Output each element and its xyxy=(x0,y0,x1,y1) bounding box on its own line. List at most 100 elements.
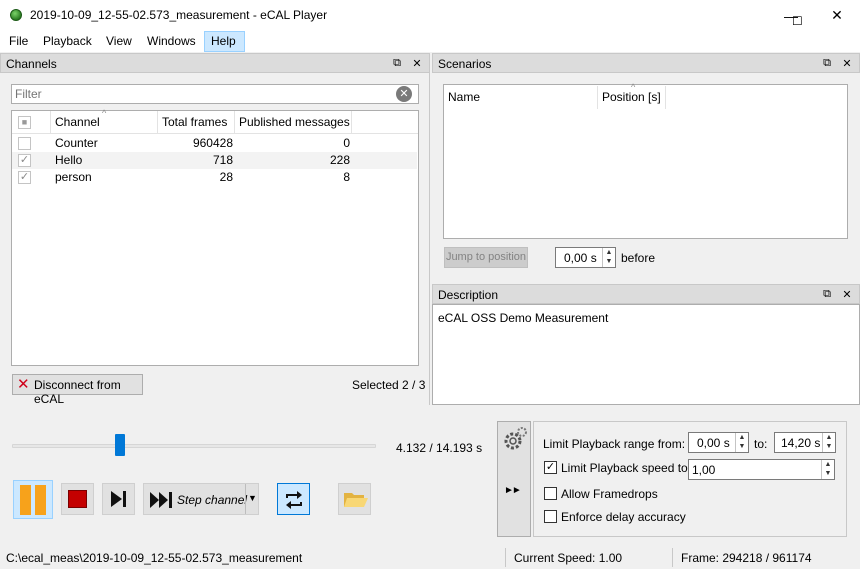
position-spinbox[interactable]: 0,00 s ▲ ▼ xyxy=(555,247,616,268)
close-icon[interactable]: ✕ xyxy=(840,56,854,70)
disconnect-icon: ✕ xyxy=(17,376,30,393)
clear-filter-icon[interactable]: ✕ xyxy=(396,86,412,102)
repeat-button[interactable] xyxy=(277,483,310,515)
scenarios-header: Scenarios ⧉ ✕ xyxy=(432,53,860,73)
status-divider xyxy=(672,548,673,567)
channel-total-frames: 960428 xyxy=(192,136,233,150)
channel-name: Counter xyxy=(55,136,98,150)
chevron-down-icon[interactable]: ▼ xyxy=(248,493,257,503)
settings-toggle-button[interactable]: ►► xyxy=(497,421,531,537)
row-checkbox[interactable]: ✓ xyxy=(18,171,31,184)
channel-name: person xyxy=(55,170,92,184)
allow-framedrops-label: Allow Framedrops xyxy=(561,487,658,501)
playback-slider-track[interactable] xyxy=(12,444,376,448)
select-all-checkbox[interactable]: ■ xyxy=(18,116,31,129)
step-channel-icon xyxy=(150,492,172,508)
sort-asc-icon: ^ xyxy=(102,108,107,118)
status-frame: Frame: 294218 / 961174 xyxy=(681,551,812,565)
limit-speed-checkbox[interactable]: ✓ xyxy=(544,461,557,474)
menu-file[interactable]: File xyxy=(3,31,34,52)
menu-windows[interactable]: Windows xyxy=(141,31,202,52)
step-icon xyxy=(111,491,126,507)
table-row[interactable]: Counter 960428 0 xyxy=(12,135,417,152)
spin-arrows-icon[interactable]: ▲ ▼ xyxy=(602,248,615,267)
channels-table-header: ■ Channel ^ Total frames Published messa… xyxy=(12,108,418,134)
table-row[interactable]: ✓ person 28 8 xyxy=(12,169,417,186)
scenarios-table: Name Position [s] ^ xyxy=(443,82,848,239)
disconnect-label: Disconnect from eCAL xyxy=(34,378,121,406)
description-box[interactable]: eCAL OSS Demo Measurement xyxy=(432,304,860,405)
sort-asc-icon: ^ xyxy=(631,82,636,92)
channel-total-frames: 28 xyxy=(219,170,233,184)
maximize-button[interactable] xyxy=(768,0,814,31)
channel-name: Hello xyxy=(55,153,83,167)
allow-framedrops-checkbox[interactable] xyxy=(544,487,557,500)
playback-slider-handle[interactable] xyxy=(115,434,125,456)
description-title: Description xyxy=(438,288,499,302)
column-published-messages[interactable]: Published messages xyxy=(235,111,352,133)
limit-range-label: Limit Playback range from: xyxy=(543,437,686,451)
menu-playback[interactable]: Playback xyxy=(37,31,98,52)
to-label: to: xyxy=(754,437,768,451)
channels-title: Channels xyxy=(6,57,57,71)
spin-arrows-icon[interactable]: ▲ ▼ xyxy=(822,433,835,452)
table-row[interactable]: ✓ Hello 718 228 xyxy=(12,152,417,169)
step-channel-label: Step channel xyxy=(177,493,248,507)
range-to-spinbox[interactable]: 14,20 s ▲ ▼ xyxy=(774,432,836,453)
status-divider xyxy=(505,548,506,567)
expand-arrows-icon: ►► xyxy=(504,485,522,496)
row-checkbox[interactable]: ✓ xyxy=(18,154,31,167)
gear-icon xyxy=(504,427,527,450)
channel-published: 8 xyxy=(343,170,350,184)
column-name[interactable]: Name xyxy=(444,86,598,109)
channel-published: 228 xyxy=(329,153,350,167)
selected-count: Selected 2 / 3 xyxy=(352,378,426,392)
enforce-delay-checkbox[interactable] xyxy=(544,510,557,523)
open-measurement-button[interactable] xyxy=(338,483,371,515)
channel-published: 0 xyxy=(343,136,350,150)
position-value: 0,00 s xyxy=(564,251,597,265)
limit-speed-label: Limit Playback speed to: xyxy=(561,461,692,475)
filter-field[interactable]: ✕ xyxy=(11,84,419,104)
pause-icon xyxy=(20,485,31,515)
repeat-icon xyxy=(286,491,302,509)
row-checkbox[interactable] xyxy=(18,137,31,150)
status-speed: Current Speed: 1.00 xyxy=(514,551,623,565)
time-display: 4.132 / 14.193 s xyxy=(396,441,483,455)
disconnect-button[interactable]: ✕ Disconnect from eCAL xyxy=(12,374,143,406)
channels-header: Channels ⧉ ✕ xyxy=(0,53,430,73)
column-total-frames[interactable]: Total frames xyxy=(158,111,235,133)
menu-help[interactable]: Help xyxy=(204,31,245,52)
spin-arrows-icon[interactable]: ▲ ▼ xyxy=(735,433,748,452)
step-button[interactable] xyxy=(102,483,135,515)
float-icon[interactable]: ⧉ xyxy=(390,56,404,70)
step-channel-button[interactable]: Step channel ▼ xyxy=(143,483,259,515)
ecal-app-icon xyxy=(10,9,22,21)
enforce-delay-label: Enforce delay accuracy xyxy=(561,510,686,524)
stop-button[interactable] xyxy=(61,483,94,515)
float-icon[interactable]: ⧉ xyxy=(820,287,834,301)
channels-table: ■ Channel ^ Total frames Published messa… xyxy=(11,108,419,366)
float-icon[interactable]: ⧉ xyxy=(820,56,834,70)
speed-spinbox[interactable]: 1,00 ▲ ▼ xyxy=(688,459,835,480)
close-button[interactable]: ✕ xyxy=(814,0,860,31)
scenarios-title: Scenarios xyxy=(438,57,492,71)
range-to-value: 14,20 s xyxy=(781,436,821,450)
close-icon[interactable]: ✕ xyxy=(410,56,424,70)
spin-arrows-icon[interactable]: ▲ ▼ xyxy=(821,460,834,479)
description-text: eCAL OSS Demo Measurement xyxy=(438,311,609,325)
pause-button[interactable] xyxy=(13,480,53,519)
description-header: Description ⧉ ✕ xyxy=(432,284,860,304)
filter-input[interactable] xyxy=(13,86,383,102)
header-checkbox-cell: ■ xyxy=(12,111,51,133)
speed-value: 1,00 xyxy=(692,463,716,477)
folder-icon xyxy=(344,493,368,507)
stop-icon xyxy=(68,490,87,508)
window-title: 2019-10-09_12-55-02.573_measurement - eC… xyxy=(30,8,328,22)
range-from-spinbox[interactable]: 0,00 s ▲ ▼ xyxy=(688,432,749,453)
close-icon[interactable]: ✕ xyxy=(840,287,854,301)
channel-total-frames: 718 xyxy=(212,153,233,167)
menu-view[interactable]: View xyxy=(100,31,138,52)
range-from-value: 0,00 s xyxy=(697,436,730,450)
jump-to-position-button[interactable]: Jump to position xyxy=(444,247,528,268)
